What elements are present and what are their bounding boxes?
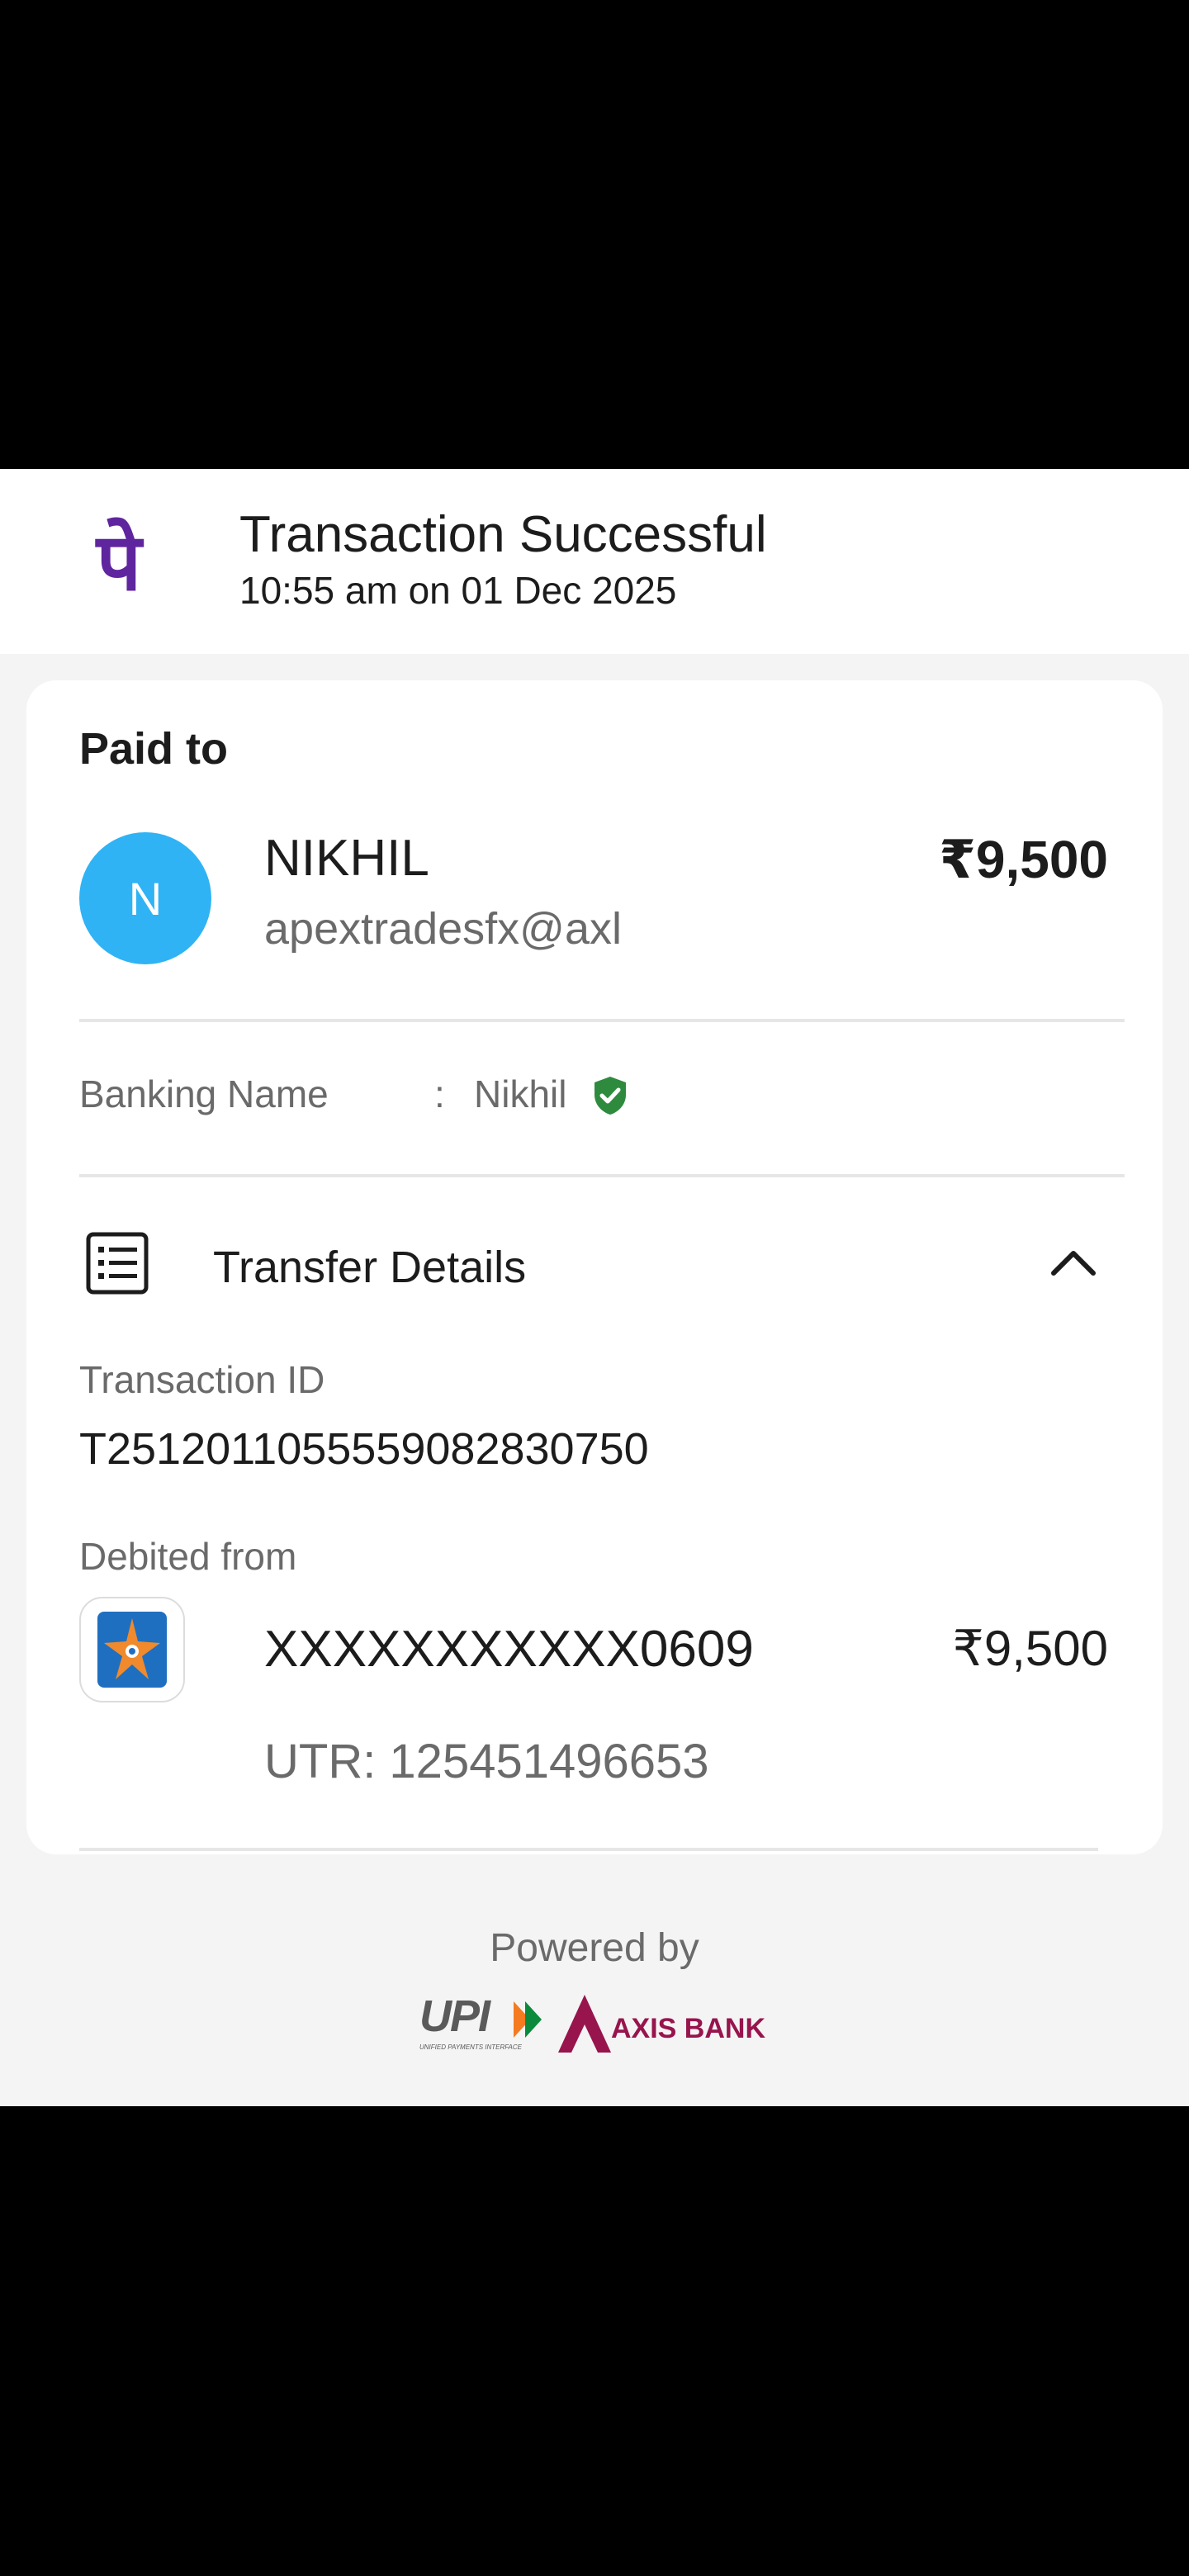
phonepe-logo-icon: पे <box>95 516 144 608</box>
bank-star-icon <box>97 1612 167 1688</box>
axis-bank-logo-text: AXIS BANK <box>611 2013 765 2044</box>
utr-number[interactable]: UTR: 125451496653 <box>264 1734 709 1789</box>
powered-by-label: Powered by <box>490 1926 699 1970</box>
avatar: N <box>79 832 211 964</box>
receipt-header: पे Transaction Successful 10:55 am on 01… <box>0 469 1189 654</box>
paid-amount: ₹9,500 <box>939 830 1108 889</box>
divider <box>79 1848 1098 1851</box>
transaction-id-label: Transaction ID <box>79 1358 325 1401</box>
transaction-id-value[interactable]: T2512011055559082830750 <box>79 1423 649 1475</box>
paid-to-label: Paid to <box>79 724 229 774</box>
debit-account-number: XXXXXXXXXXX0609 <box>264 1621 754 1678</box>
transaction-status-title: Transaction Successful <box>239 506 767 563</box>
debited-amount: ₹9,500 <box>952 1621 1108 1676</box>
receipt-screen: पे Transaction Successful 10:55 am on 01… <box>0 469 1189 2106</box>
upi-logo-text: UPI <box>419 1991 491 2041</box>
payee-name: NIKHIL <box>264 830 429 887</box>
bank-logo <box>79 1597 185 1702</box>
transaction-timestamp: 10:55 am on 01 Dec 2025 <box>239 569 677 612</box>
avatar-initial: N <box>128 872 163 925</box>
debited-from-label: Debited from <box>79 1535 297 1578</box>
transfer-details-title[interactable]: Transfer Details <box>213 1242 526 1293</box>
payee-upi-id: apextradesfx@axl <box>264 904 623 954</box>
chevron-up-icon[interactable] <box>1047 1242 1100 1281</box>
verified-shield-icon <box>594 1077 626 1115</box>
divider <box>79 1019 1125 1022</box>
banking-name-value: Nikhil <box>474 1073 567 1115</box>
receipt-list-icon <box>86 1232 149 1295</box>
banking-name-separator: : <box>434 1073 445 1115</box>
divider <box>79 1174 1125 1177</box>
upi-logo-subtext: UNIFIED PAYMENTS INTERFACE <box>419 2043 523 2051</box>
payment-partner-logos: UPI UNIFIED PAYMENTS INTERFACE AXIS BANK <box>419 1991 765 2053</box>
banking-name-label: Banking Name <box>79 1073 329 1115</box>
logo-glyph: पे <box>95 516 144 608</box>
transaction-card: Paid to N NIKHIL apextradesfx@axl ₹9,500… <box>26 680 1163 1854</box>
